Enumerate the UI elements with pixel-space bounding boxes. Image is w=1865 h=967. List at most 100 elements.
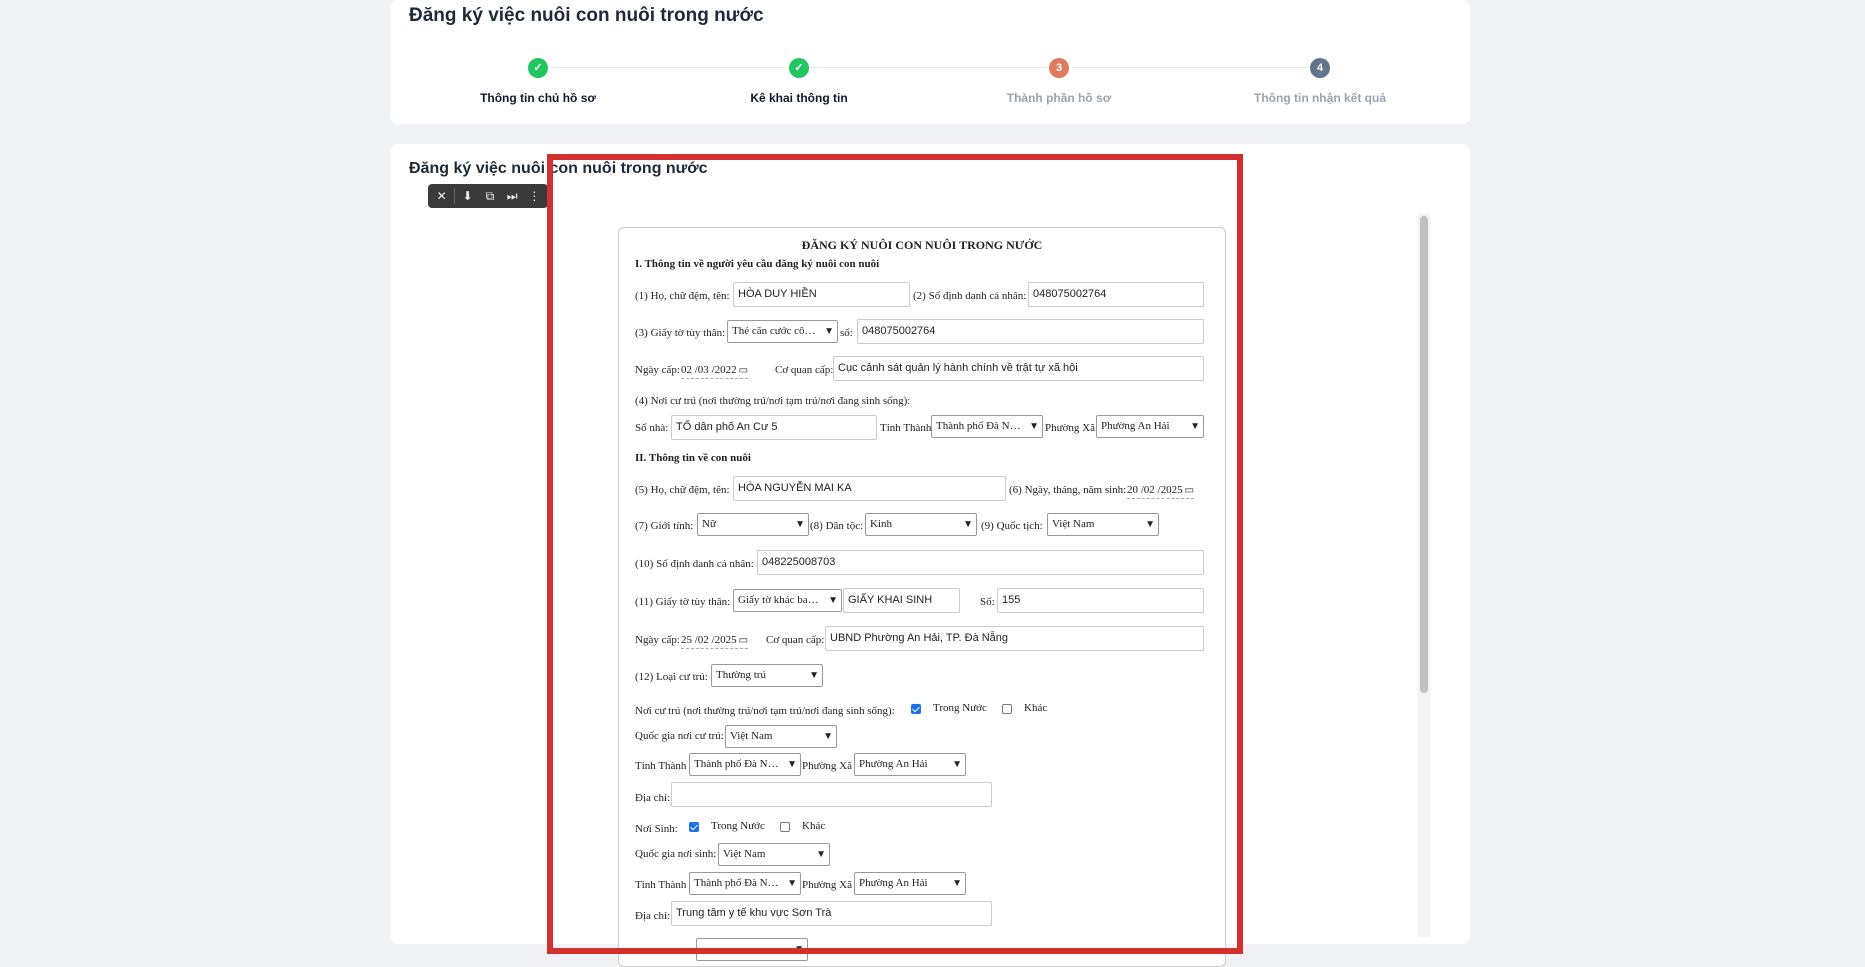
res-country-label: Quốc gia nơi cư trú: xyxy=(635,730,724,742)
dropdown-arrow-icon: ▼ xyxy=(787,878,797,889)
requester-doc-label: (3) Giấy tờ tùy thân: xyxy=(635,327,726,339)
stepper-connector xyxy=(548,67,784,68)
requester-doc-no-field[interactable]: 048075002764 xyxy=(857,319,1204,344)
child-gender-select[interactable]: Nữ ▼ xyxy=(697,513,809,536)
child-gender-value: Nữ xyxy=(702,518,716,530)
skip-next-icon[interactable]: ⏭ xyxy=(503,186,522,206)
birthplace-other-label: Khác xyxy=(802,820,826,832)
media-toolbar: ✕ ⬇ ⧉ ⏭ ⋮ xyxy=(428,184,548,208)
child-dob-value: 20 /02 /2025 xyxy=(1127,484,1183,496)
child-nationality-value: Việt Nam xyxy=(1052,518,1095,530)
birth-province-value: Thành phố Đà N… xyxy=(694,877,779,889)
step-2-label[interactable]: Kê khai thông tin xyxy=(689,91,909,105)
residence-domestic-checkbox[interactable] xyxy=(911,704,921,714)
child-name-field[interactable]: HÒA NGUYỄN MAI KA xyxy=(733,476,1006,501)
res-address-field[interactable] xyxy=(671,782,992,807)
birth-country-label: Quốc gia nơi sinh: xyxy=(635,848,717,860)
residence-other-checkbox[interactable] xyxy=(1002,704,1012,714)
child-issue-date-label: Ngày cấp: xyxy=(635,634,680,646)
requester-id-label: (2) Số định danh cá nhân: xyxy=(913,290,1027,302)
requester-name-label: (1) Họ, chữ đệm, tên: xyxy=(635,290,730,302)
dropdown-arrow-icon: ▼ xyxy=(952,759,962,770)
child-ethnicity-select[interactable]: Kinh ▼ xyxy=(865,513,977,536)
child-doc-type-select[interactable]: Giấy tờ khác ba… ▼ xyxy=(733,589,842,612)
child-issue-date-input[interactable]: 25 /02 /2025 ▭ xyxy=(681,633,749,649)
child-name-label: (5) Họ, chữ đệm, tên: xyxy=(635,484,730,496)
birth-address-field[interactable]: Trung tâm y tế khu vực Sơn Trà xyxy=(671,901,992,926)
res-province-select[interactable]: Thành phố Đà N… ▼ xyxy=(689,753,801,776)
child-issuer-field[interactable]: UBND Phường An Hải, TP. Đà Nẵng xyxy=(825,626,1204,651)
child-ethnicity-value: Kinh xyxy=(870,518,892,530)
dropdown-arrow-icon: ▼ xyxy=(828,595,838,606)
birthplace-label: Nơi Sinh: xyxy=(635,823,678,835)
child-doc-no-field[interactable]: 155 xyxy=(997,588,1204,613)
requester-id-field[interactable]: 048075002764 xyxy=(1028,282,1204,307)
step-2-check-icon: ✓ xyxy=(789,58,809,78)
dropdown-arrow-icon: ▼ xyxy=(1029,421,1039,432)
requester-province-select[interactable]: Thành phố Đà N… ▼ xyxy=(931,415,1043,438)
birth-ward-select[interactable]: Phường An Hải ▼ xyxy=(854,872,966,895)
birthplace-domestic-checkbox[interactable] xyxy=(689,822,699,832)
stepper-connector xyxy=(808,67,1048,68)
res-province-value: Thành phố Đà N… xyxy=(694,758,779,770)
child-id-label: (10) Số định danh cá nhân: xyxy=(635,558,754,570)
picture-in-picture-icon[interactable]: ⧉ xyxy=(480,186,499,206)
child-residence-type-value: Thường trú xyxy=(716,669,766,681)
registration-form: ĐĂNG KÝ NUÔI CON NUÔI TRONG NƯỚC I. Thôn… xyxy=(618,227,1226,967)
partial-next-select[interactable]: ▼ xyxy=(696,938,808,961)
calendar-icon[interactable]: ▭ xyxy=(1185,485,1194,496)
requester-issue-date-input[interactable]: 02 /03 /2022 ▭ xyxy=(681,363,749,379)
birth-province-select[interactable]: Thành phố Đà N… ▼ xyxy=(689,872,801,895)
dropdown-arrow-icon: ▼ xyxy=(816,849,826,860)
requester-name-field[interactable]: HÒA DUY HIỀN xyxy=(733,282,910,307)
more-vertical-icon[interactable]: ⋮ xyxy=(525,186,544,206)
stepper-connector xyxy=(1072,67,1312,68)
step-4-badge: 4 xyxy=(1310,58,1330,78)
child-doc-type-value: Giấy tờ khác ba… xyxy=(738,594,819,606)
requester-doc-no-label: số: xyxy=(840,327,853,339)
form-section-2-heading: II. Thông tin về con nuôi xyxy=(635,452,751,464)
step-3-label[interactable]: Thành phần hồ sơ xyxy=(949,91,1169,105)
child-residence-type-label: (12) Loại cư trú: xyxy=(635,671,708,683)
download-icon[interactable]: ⬇ xyxy=(458,186,477,206)
calendar-icon[interactable]: ▭ xyxy=(739,365,748,376)
step-4-label[interactable]: Thông tin nhận kết quả xyxy=(1210,91,1430,105)
child-residence-type-select[interactable]: Thường trú ▼ xyxy=(711,664,823,687)
child-nationality-select[interactable]: Việt Nam ▼ xyxy=(1047,513,1159,536)
child-residence-label: Nơi cư trú (nơi thường trú/nơi tạm trú/n… xyxy=(635,705,895,717)
dropdown-arrow-icon: ▼ xyxy=(809,670,819,681)
birth-ward-value: Phường An Hải xyxy=(859,877,928,889)
step-3-badge: 3 xyxy=(1049,58,1069,78)
close-icon[interactable]: ✕ xyxy=(432,186,451,206)
birth-country-select[interactable]: Việt Nam ▼ xyxy=(718,843,830,866)
child-doc-label: (11) Giấy tờ tùy thân: xyxy=(635,596,731,608)
requester-doc-type-value: Thẻ căn cước cô… xyxy=(732,325,816,337)
birth-address-label: Địa chỉ: xyxy=(635,910,671,922)
birth-province-label: Tỉnh Thành xyxy=(635,879,687,891)
child-dob-input[interactable]: 20 /02 /2025 ▭ xyxy=(1127,483,1195,499)
requester-ward-select[interactable]: Phường An Hải ▼ xyxy=(1096,415,1204,438)
step-1-check-icon: ✓ xyxy=(528,58,548,78)
child-ethnicity-label: (8) Dân tộc: xyxy=(810,520,864,532)
res-ward-select[interactable]: Phường An Hải ▼ xyxy=(854,753,966,776)
requester-doc-type-select[interactable]: Thẻ căn cước cô… ▼ xyxy=(727,320,838,343)
requester-issue-date-value: 02 /03 /2022 xyxy=(681,364,737,376)
requester-house-field[interactable]: TỔ dân phố An Cư 5 xyxy=(671,415,877,440)
dropdown-arrow-icon: ▼ xyxy=(1145,519,1155,530)
birthplace-other-checkbox[interactable] xyxy=(780,822,790,832)
viewer-scrollbar-thumb[interactable] xyxy=(1420,216,1428,693)
dropdown-arrow-icon: ▼ xyxy=(823,731,833,742)
calendar-icon[interactable]: ▭ xyxy=(739,635,748,646)
dropdown-arrow-icon: ▼ xyxy=(1190,421,1200,432)
dropdown-arrow-icon: ▼ xyxy=(794,944,804,955)
requester-issuer-field[interactable]: Cục cảnh sát quản lý hành chính về trật … xyxy=(833,356,1204,381)
child-id-field[interactable]: 048225008703 xyxy=(757,550,1204,575)
child-doc-name-field[interactable]: GIẤY KHAI SINH xyxy=(843,588,960,613)
birth-country-value: Việt Nam xyxy=(723,848,766,860)
form-section-1-heading: I. Thông tin về người yêu cầu đăng ký nu… xyxy=(635,258,880,270)
residence-other-label: Khác xyxy=(1024,702,1048,714)
step-1-label[interactable]: Thông tin chủ hồ sơ xyxy=(428,91,648,105)
dropdown-arrow-icon: ▼ xyxy=(952,878,962,889)
res-country-select[interactable]: Việt Nam ▼ xyxy=(725,725,837,748)
birth-ward-label: Phường Xã xyxy=(802,879,852,891)
